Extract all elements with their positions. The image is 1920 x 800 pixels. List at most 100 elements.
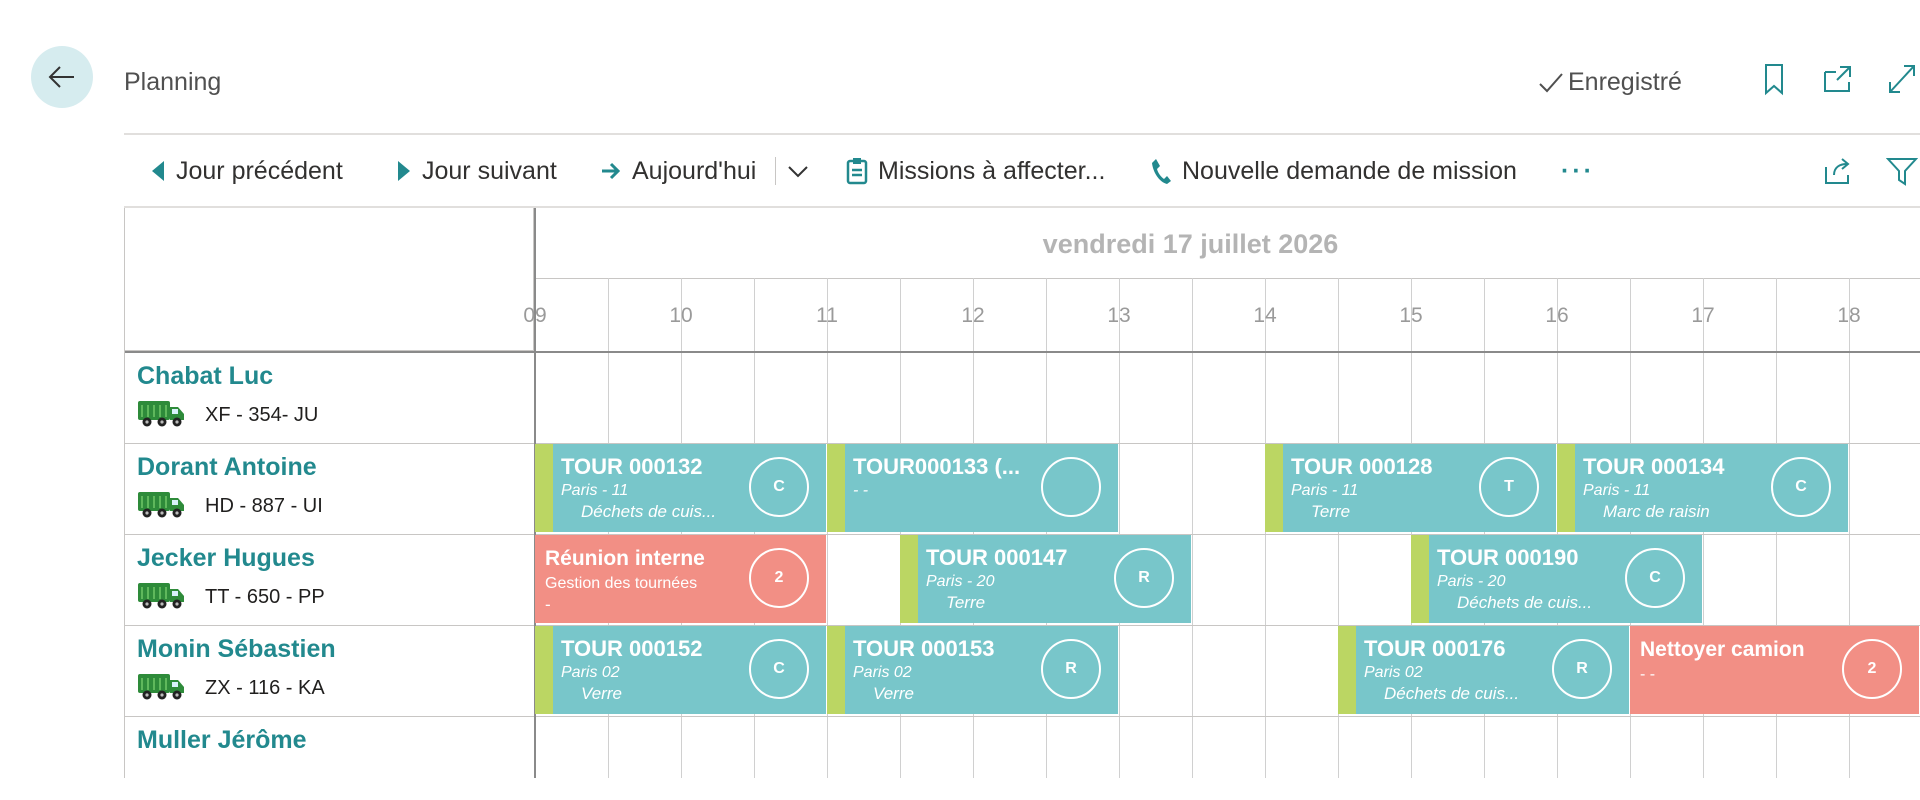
resource-row: Jecker Hugues TT - 650 - PP xyxy=(124,534,534,625)
tour-event[interactable]: TOUR 000153 Paris 02 Verre R xyxy=(827,626,1118,714)
event-badge: C xyxy=(749,639,809,699)
event-location: Paris 02 xyxy=(1364,664,1423,681)
resource-name[interactable]: Dorant Antoine xyxy=(137,453,317,482)
event-detail: - xyxy=(545,595,551,614)
hour-label: 13 xyxy=(1107,304,1131,327)
tour-event[interactable]: TOUR 000152 Paris 02 Verre C xyxy=(535,626,826,714)
today-dropdown-button[interactable] xyxy=(786,145,810,197)
event-badge: 2 xyxy=(749,548,809,608)
tour-event[interactable]: TOUR 000176 Paris 02 Déchets de cuis... R xyxy=(1338,626,1629,714)
schedule-date: vendredi 17 juillet 2026 xyxy=(1042,229,1339,259)
event-status-stripe xyxy=(900,535,918,623)
garbage-truck-icon xyxy=(138,401,184,427)
vehicle-plate: TT - 650 - PP xyxy=(205,586,325,608)
page-title: Planning xyxy=(124,68,222,96)
event-status-stripe xyxy=(535,444,553,532)
resource-name[interactable]: Jecker Hugues xyxy=(137,544,315,573)
event-badge: R xyxy=(1552,639,1612,699)
event-location: Paris - 20 xyxy=(1437,573,1506,590)
missions-to-assign-button[interactable]: Missions à affecter... xyxy=(846,145,1105,197)
resource-row: Monin Sébastien ZX - 116 - KA xyxy=(124,625,534,716)
event-status-stripe xyxy=(1557,444,1575,532)
event-location: Paris - 11 xyxy=(1583,482,1651,499)
next-day-button[interactable]: Jour suivant xyxy=(396,145,557,197)
hour-label: 16 xyxy=(1545,304,1569,327)
event-badge: C xyxy=(1771,457,1831,517)
previous-day-label: Jour précédent xyxy=(176,156,343,185)
tour-event[interactable]: TOUR 000190 Paris - 20 Déchets de cuis... C xyxy=(1411,535,1702,623)
event-title: TOUR 000153 xyxy=(853,636,995,661)
filter-icon[interactable] xyxy=(1886,155,1918,187)
expand-icon[interactable] xyxy=(1886,62,1918,96)
grid-line xyxy=(1192,278,1193,778)
chevron-down-icon xyxy=(788,166,808,178)
event-location: Paris 02 xyxy=(561,664,620,681)
event-title: Nettoyer camion xyxy=(1640,638,1805,661)
action-toolbar: Jour précédent Jour suivant Aujourd'hui … xyxy=(124,145,1920,197)
new-mission-request-label: Nouvelle demande de mission xyxy=(1182,156,1517,185)
next-day-label: Jour suivant xyxy=(422,156,557,185)
event-location: - - xyxy=(853,482,869,499)
previous-day-button[interactable]: Jour précédent xyxy=(150,145,343,197)
garbage-truck-icon xyxy=(138,583,184,609)
event-location: Paris - 11 xyxy=(561,482,629,499)
hour-label: 18 xyxy=(1837,304,1861,327)
open-in-new-icon[interactable] xyxy=(1822,62,1854,96)
saved-status: Enregistré xyxy=(1538,68,1682,97)
toolbar-split-divider xyxy=(775,157,776,185)
tour-event[interactable]: TOUR 000134 Paris - 11 Marc de raisin C xyxy=(1557,444,1848,532)
event-location: Paris 02 xyxy=(853,664,912,681)
vehicle-plate: HD - 887 - UI xyxy=(205,495,323,517)
event-badge: T xyxy=(1479,457,1539,517)
tour-event[interactable]: TOUR 000132 Paris - 11 Déchets de cuis... C xyxy=(535,444,826,532)
date-header: vendredi 17 juillet 2026 xyxy=(534,208,1920,279)
resource-row: Dorant Antoine HD - 887 - UI xyxy=(124,443,534,534)
resource-header-cell xyxy=(124,208,534,351)
resource-name[interactable]: Monin Sébastien xyxy=(137,635,336,664)
event-detail: Verre xyxy=(581,684,622,703)
task-event[interactable]: Nettoyer camion - - 2 xyxy=(1630,626,1919,714)
share-icon[interactable] xyxy=(1822,155,1854,187)
vehicle-plate: XF - 354- JU xyxy=(205,404,319,426)
tour-event[interactable]: TOUR 000128 Paris - 11 Terre T xyxy=(1265,444,1556,532)
event-status-stripe xyxy=(1338,626,1356,714)
resource-row: Muller Jérôme xyxy=(124,716,534,778)
event-badge: R xyxy=(1114,548,1174,608)
bookmark-icon[interactable] xyxy=(1758,62,1790,96)
event-detail: Déchets de cuis... xyxy=(1457,593,1593,612)
event-status-stripe xyxy=(827,444,845,532)
hour-label: 14 xyxy=(1253,304,1277,327)
event-badge: R xyxy=(1041,639,1101,699)
new-mission-request-button[interactable]: Nouvelle demande de mission xyxy=(1150,145,1517,197)
event-title: TOUR 000134 xyxy=(1583,454,1725,479)
missions-to-assign-label: Missions à affecter... xyxy=(878,156,1106,185)
resource-name[interactable]: Muller Jérôme xyxy=(137,726,307,755)
event-detail: Terre xyxy=(946,593,986,612)
event-status-stripe xyxy=(1411,535,1429,623)
more-actions-button[interactable]: ··· xyxy=(1561,145,1595,197)
task-event[interactable]: Réunion interne Gestion des tournées - 2 xyxy=(535,535,826,623)
event-title: TOUR 000176 xyxy=(1364,636,1506,661)
back-button[interactable] xyxy=(31,46,93,108)
hour-label: 15 xyxy=(1399,304,1423,327)
resource-name[interactable]: Chabat Luc xyxy=(137,362,273,391)
today-button[interactable]: Aujourd'hui xyxy=(600,145,756,197)
event-detail: Terre xyxy=(1311,502,1351,521)
grid-line xyxy=(1119,278,1120,778)
event-title: TOUR 000190 xyxy=(1437,545,1579,570)
event-detail: Déchets de cuis... xyxy=(1384,684,1520,703)
saved-label: Enregistré xyxy=(1568,68,1682,96)
hour-label: 17 xyxy=(1691,304,1715,327)
event-title: TOUR 000128 xyxy=(1291,454,1433,479)
event-badge: C xyxy=(749,457,809,517)
phone-icon xyxy=(1152,159,1171,184)
event-title: TOUR 000132 xyxy=(561,454,703,479)
hour-label: 12 xyxy=(961,304,985,327)
event-location: Paris - 20 xyxy=(926,573,995,590)
hour-label: 10 xyxy=(669,304,693,327)
tour-event[interactable]: TOUR 000147 Paris - 20 Terre R xyxy=(900,535,1191,623)
tour-event[interactable]: TOUR000133 (... - - xyxy=(827,444,1118,532)
arrow-right-icon xyxy=(602,162,621,180)
event-status-stripe xyxy=(535,626,553,714)
today-label: Aujourd'hui xyxy=(632,156,757,185)
